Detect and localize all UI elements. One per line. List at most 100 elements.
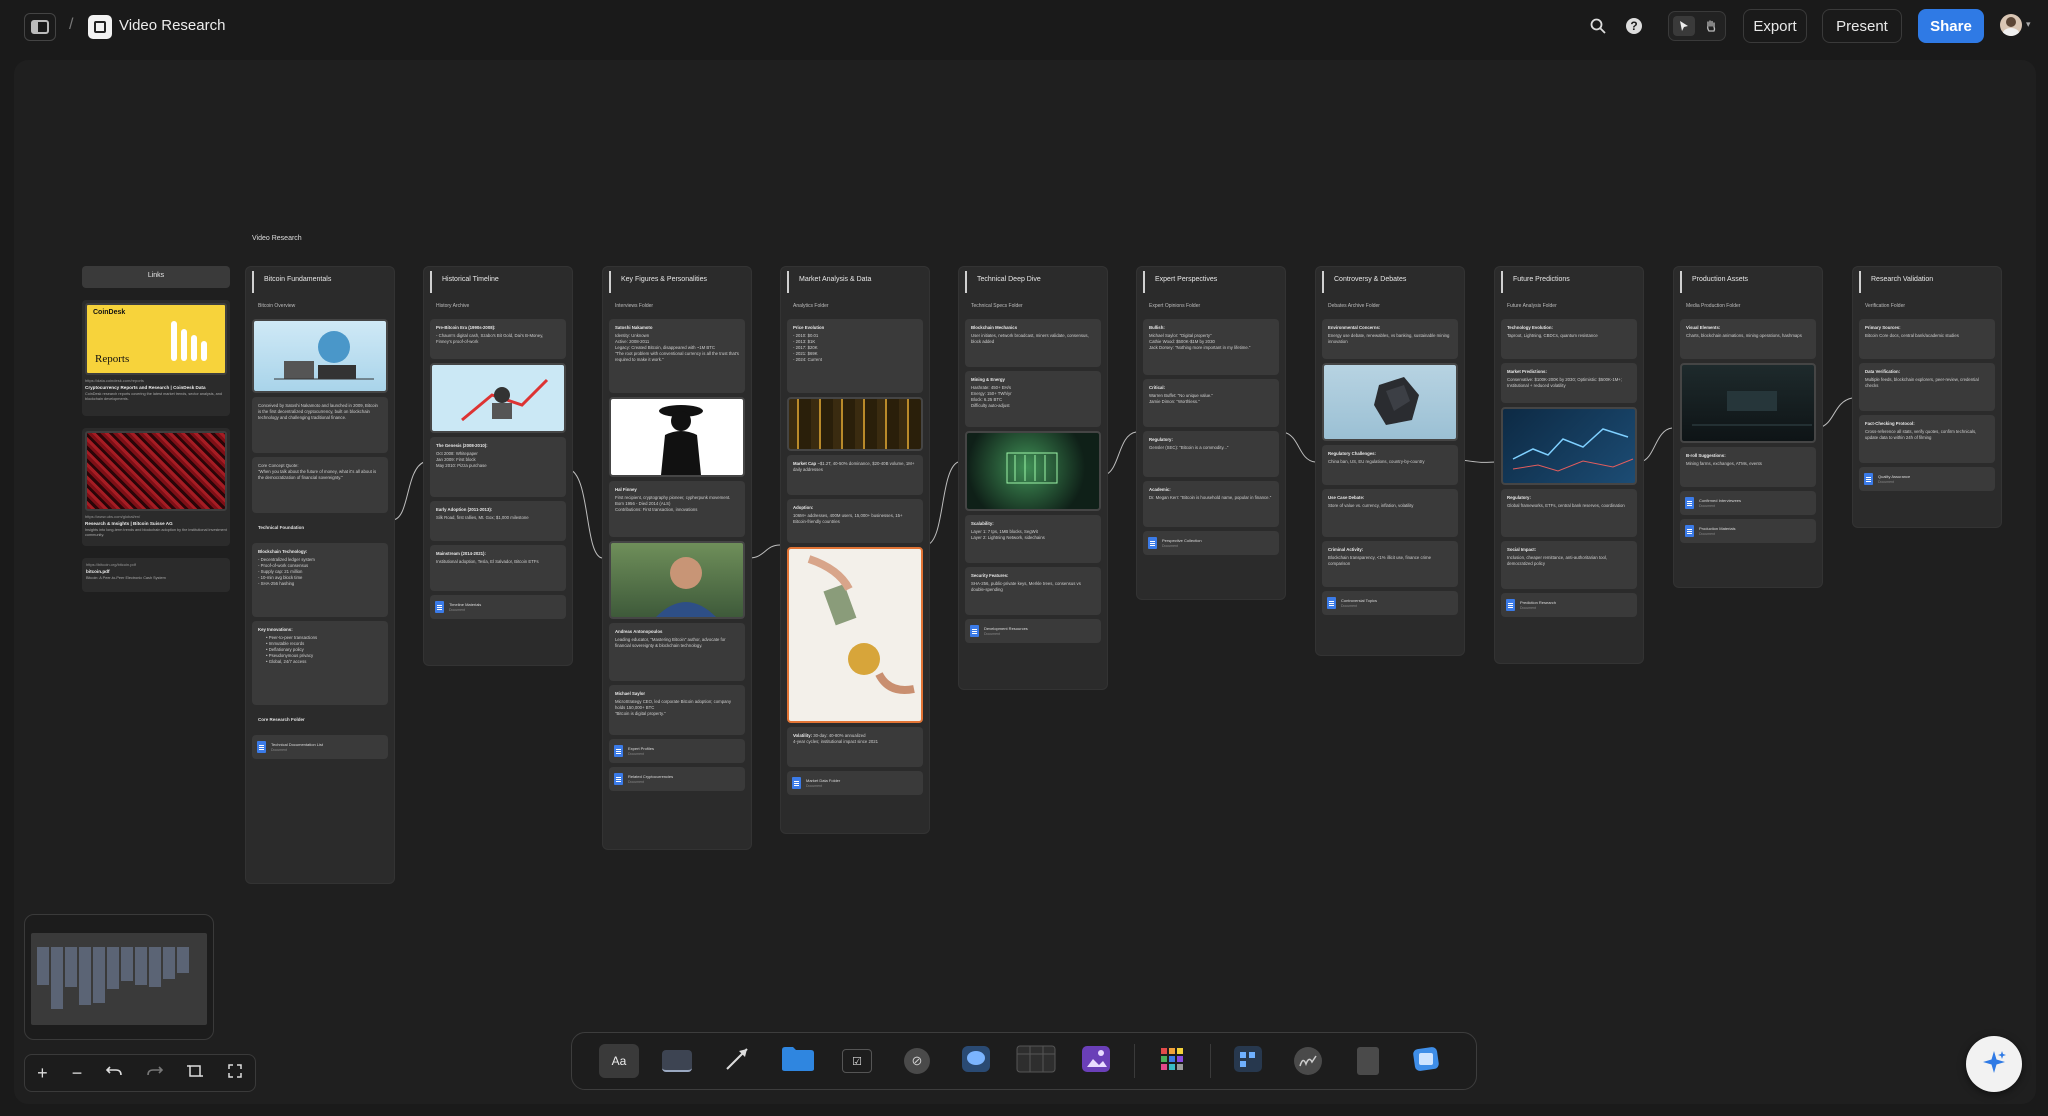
column-controversy[interactable]: Controversy & Debates Debates Archive Fo…: [1315, 266, 1465, 656]
text-card-mainstream[interactable]: Mainstream (2014-2021): Institutional ado…: [430, 545, 566, 591]
text-card-pre-bitcoin[interactable]: Pre-Bitcoin Era (1990s-2008): - Chaum's d…: [430, 319, 566, 359]
document-title[interactable]: Video Research: [119, 17, 225, 34]
undo-icon[interactable]: [106, 1063, 123, 1084]
text-card-primary-sources[interactable]: Primary Sources: Bitcoin Core docs, centr…: [1859, 319, 1995, 359]
select-pointer-icon[interactable]: [1673, 16, 1695, 36]
fullscreen-icon[interactable]: [227, 1063, 243, 1084]
doc-card[interactable]: Timeline Materials Document: [430, 595, 566, 619]
text-card-blockchain-tech[interactable]: Blockchain Technology: - Decentralized l…: [252, 543, 388, 617]
text-card-use-case[interactable]: Use Case Debate: Store of value vs. curre…: [1322, 489, 1458, 537]
text-card-satoshi[interactable]: Satoshi Nakamoto Identity: Unknown Active…: [609, 319, 745, 393]
upload-tool-button[interactable]: [1406, 1044, 1446, 1078]
document-tool-button[interactable]: [1348, 1044, 1388, 1078]
links-column[interactable]: Links CoinDesk Reports https://data.coin…: [82, 266, 230, 620]
text-card-price-evolution[interactable]: Price Evolution - 2010: $0.01 - 2013: $1K…: [787, 319, 923, 393]
column-market-analysis[interactable]: Market Analysis & Data Analytics Folder …: [780, 266, 930, 834]
text-card-regulatory-challenges[interactable]: Regulatory Challenges: China ban, US, EU …: [1322, 445, 1458, 485]
minimap[interactable]: [24, 914, 214, 1040]
share-button[interactable]: Share: [1918, 9, 1984, 43]
link-tool-button[interactable]: ⊘: [897, 1044, 937, 1078]
search-icon[interactable]: [1590, 18, 1606, 34]
fit-frame-icon[interactable]: [186, 1063, 203, 1084]
table-tool-button[interactable]: [1016, 1044, 1056, 1078]
text-card-social-impact[interactable]: Social Impact: Inclusion, cheaper remitta…: [1501, 541, 1637, 589]
image-card-hands-coins[interactable]: [787, 547, 923, 723]
doc-card[interactable]: Controversial Topics Document: [1322, 591, 1458, 615]
doc-card[interactable]: Perspective Collection Document: [1143, 531, 1279, 555]
help-icon[interactable]: ?: [1626, 18, 1642, 34]
checklist-tool-button[interactable]: ☑: [837, 1044, 877, 1078]
text-card-andreas[interactable]: Andreas Antonopoulos Leading educator, "M…: [609, 623, 745, 681]
text-card-data-verification[interactable]: Data Verification: Multiple feeds, blockc…: [1859, 363, 1995, 411]
text-card-regulatory-future[interactable]: Regulatory: Global frameworks, ETFs, cent…: [1501, 489, 1637, 537]
doc-card[interactable]: Market Data Folder Document: [787, 771, 923, 795]
board-tool-button[interactable]: [1228, 1044, 1268, 1078]
doc-card[interactable]: Quality Assurance Document: [1859, 467, 1995, 491]
image-card-server-room[interactable]: [965, 431, 1101, 511]
doc-card[interactable]: Development Resources Document: [965, 619, 1101, 643]
text-card-adoption[interactable]: Adoption: 106M+ addresses, 400M users, 15…: [787, 499, 923, 543]
image-card-satoshi-silhouette[interactable]: [609, 397, 745, 477]
image-card-trading-screen[interactable]: [1501, 407, 1637, 485]
text-card-genesis[interactable]: The Genesis (2008-2010): Oct 2008: Whitep…: [430, 437, 566, 497]
text-card-criminal[interactable]: Criminal Activity: Blockchain transparenc…: [1322, 541, 1458, 587]
column-bitcoin-fundamentals[interactable]: Bitcoin Fundamentals Bitcoin Overview Co…: [245, 266, 395, 884]
text-card-blockchain-mechanics[interactable]: Blockchain Mechanics User initiates, netw…: [965, 319, 1101, 367]
minimap-viewport[interactable]: [31, 933, 207, 1025]
image-card-portrait[interactable]: [609, 541, 745, 619]
image-card-film-set[interactable]: [1680, 363, 1816, 443]
zoom-in-button[interactable]: +: [37, 1063, 48, 1084]
sticky-note-tool-button[interactable]: [657, 1044, 697, 1078]
doc-card[interactable]: Expert Profiles Document: [609, 739, 745, 763]
sidebar-toggle-button[interactable]: [24, 13, 56, 41]
text-card-fact-checking[interactable]: Fact-Checking Protocol: Cross-reference a…: [1859, 415, 1995, 463]
doc-card[interactable]: Technical Documentation List Document: [252, 735, 388, 759]
column-production-assets[interactable]: Production Assets Media Production Folde…: [1673, 266, 1823, 588]
doc-card[interactable]: Production Materials Document: [1680, 519, 1816, 543]
doc-card[interactable]: Prediction Research Document: [1501, 593, 1637, 617]
text-card-scalability[interactable]: Scalability: Layer 1: 7 tps, 1MB blocks, …: [965, 515, 1101, 563]
image-tool-button[interactable]: [1076, 1044, 1116, 1078]
text-card-b-roll[interactable]: B-roll Suggestions: Mining farms, exchang…: [1680, 447, 1816, 487]
folder-tool-button[interactable]: [778, 1044, 818, 1078]
image-card-mining-rig[interactable]: [787, 397, 923, 451]
text-card-hal-finney[interactable]: Hal Finney First recipient, cryptography …: [609, 481, 745, 537]
text-card-critical[interactable]: Critical: Warren Buffet: "No unique value…: [1143, 379, 1279, 427]
text-card-tech-evolution[interactable]: Technology Evolution: Taproot, Lightning,…: [1501, 319, 1637, 359]
link-card-research[interactable]: https://www.ubs.com/global/en/ Research …: [82, 428, 230, 546]
column-key-figures[interactable]: Key Figures & Personalities Interviews F…: [602, 266, 752, 850]
zoom-out-button[interactable]: −: [72, 1063, 83, 1084]
column-future-predictions[interactable]: Future Predictions Future Analysis Folde…: [1494, 266, 1644, 664]
column-technical-deep-dive[interactable]: Technical Deep Dive Technical Specs Fold…: [958, 266, 1108, 690]
ai-assistant-button[interactable]: [1966, 1036, 2022, 1092]
user-avatar[interactable]: [2000, 14, 2022, 36]
column-expert-perspectives[interactable]: Expert Perspectives Expert Opinions Fold…: [1136, 266, 1286, 600]
image-card-rock[interactable]: [1322, 363, 1458, 441]
text-card-visual-elements[interactable]: Visual Elements: Charts, blockchain anima…: [1680, 319, 1816, 359]
present-button[interactable]: Present: [1822, 9, 1902, 43]
text-card-environmental[interactable]: Environmental Concerns: Energy use debate…: [1322, 319, 1458, 359]
redo-icon[interactable]: [146, 1063, 163, 1084]
image-card-timeline-illustration[interactable]: [430, 363, 566, 433]
text-card-academic[interactable]: Academic: Dr. Megan Kerr: "Bitcoin is hou…: [1143, 481, 1279, 527]
text-card-early-adoption[interactable]: Early Adoption (2011-2013): Silk Road, fi…: [430, 501, 566, 541]
text-card-market-predictions[interactable]: Market Predictions: Conservative: $100K-2…: [1501, 363, 1637, 403]
comment-tool-button[interactable]: [956, 1044, 996, 1078]
text-card-volatility[interactable]: Volatility: 30-day: 40-80% annualized 4-…: [787, 727, 923, 767]
hand-pan-icon[interactable]: [1700, 16, 1722, 36]
text-card-intro[interactable]: Conceived by Satoshi Nakamoto and launch…: [252, 397, 388, 453]
draw-tool-button[interactable]: [1288, 1044, 1328, 1078]
avatar-menu-chevron-icon[interactable]: ▾: [2026, 19, 2031, 30]
doc-card[interactable]: Confirmed Interviewees Document: [1680, 491, 1816, 515]
text-card-quote[interactable]: Core Concept Quote: "When you talk about…: [252, 457, 388, 513]
text-card-mining-energy[interactable]: Mining & Energy Hashrate: 450+ EH/s Energ…: [965, 371, 1101, 427]
image-card-bitcoin-illustration[interactable]: [252, 319, 388, 393]
text-card-market-cap[interactable]: Market Cap ~$1.2T, 40-50% dominance, $20…: [787, 455, 923, 495]
link-card-pdf[interactable]: https://bitcoin.org/bitcoin.pdf bitcoin.…: [82, 558, 230, 592]
text-card-bullish[interactable]: Bullish: Michael Saylor: "Digital propert…: [1143, 319, 1279, 375]
link-card-coindesk[interactable]: CoinDesk Reports https://data.coindesk.c…: [82, 300, 230, 416]
text-card-saylor[interactable]: Michael Saylor MicroStrategy CEO, led cor…: [609, 685, 745, 735]
column-historical-timeline[interactable]: Historical Timeline History Archive Pre-…: [423, 266, 573, 666]
text-tool-button[interactable]: Aa: [599, 1044, 639, 1078]
arrow-tool-button[interactable]: [717, 1044, 757, 1078]
